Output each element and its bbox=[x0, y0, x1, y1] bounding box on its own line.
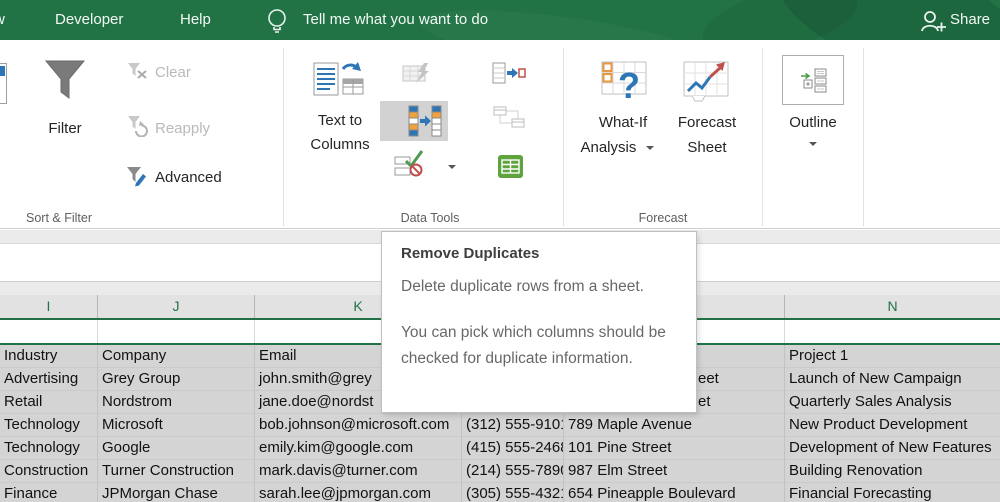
flash-fill-icon[interactable] bbox=[402, 62, 432, 90]
sort-partial-icon[interactable] bbox=[0, 63, 7, 104]
what-if-analysis-icon: ? bbox=[601, 60, 647, 111]
cell[interactable] bbox=[785, 320, 1000, 343]
column-header-n[interactable]: N bbox=[785, 295, 1000, 318]
cell[interactable]: Building Renovation bbox=[785, 460, 1000, 483]
what-if-label: Analysis bbox=[580, 139, 637, 156]
clear-button[interactable]: Clear bbox=[155, 64, 191, 82]
tooltip-line2: You can pick which columns should be che… bbox=[401, 324, 666, 367]
lightbulb-icon bbox=[265, 7, 289, 35]
what-if-analysis-button-line2[interactable]: Analysis bbox=[577, 139, 657, 157]
cell[interactable]: Technology bbox=[0, 437, 98, 460]
cell[interactable]: 789 Maple Avenue bbox=[564, 414, 785, 437]
cell[interactable]: (312) 555-9101 bbox=[462, 414, 564, 437]
consolidate-icon[interactable] bbox=[492, 62, 526, 90]
outline-caret[interactable] bbox=[809, 142, 817, 146]
cell[interactable]: (415) 555-2468 bbox=[462, 437, 564, 460]
what-if-analysis-button[interactable]: What-If bbox=[585, 114, 661, 132]
relationships-icon[interactable] bbox=[493, 106, 525, 133]
tab-developer[interactable]: Developer bbox=[55, 0, 123, 40]
cell[interactable]: Nordstrom bbox=[98, 391, 255, 414]
cell[interactable]: emily.kim@google.com bbox=[255, 437, 462, 460]
text-to-columns-button-line2[interactable]: Columns bbox=[300, 136, 380, 154]
tab-help[interactable]: Help bbox=[180, 0, 211, 40]
what-if-caret bbox=[645, 146, 654, 151]
forecast-sheet-icon bbox=[683, 60, 729, 111]
funnel-icon[interactable] bbox=[44, 58, 86, 109]
table-row: Technology Google emily.kim@google.com (… bbox=[0, 437, 1000, 460]
cell[interactable]: Company bbox=[98, 345, 255, 368]
clear-filter-icon[interactable] bbox=[127, 62, 149, 85]
table-row: Technology Microsoft bob.johnson@microso… bbox=[0, 414, 1000, 437]
forecast-sheet-button[interactable]: Forecast bbox=[671, 114, 743, 132]
reapply-filter-icon[interactable] bbox=[127, 115, 149, 142]
table-row: Finance JPMorgan Chase sarah.lee@jpmorga… bbox=[0, 483, 1000, 502]
column-header-i[interactable]: I bbox=[0, 295, 98, 318]
tab-view-fragment[interactable]: w bbox=[0, 0, 5, 40]
tooltip-title: Remove Duplicates bbox=[401, 245, 540, 262]
filter-button[interactable]: Filter bbox=[30, 120, 100, 138]
cell[interactable]: 101 Pine Street bbox=[564, 437, 785, 460]
cell[interactable]: Finance bbox=[0, 483, 98, 502]
ribbon: Filter Clear Reapply Advanced Sort & Fil… bbox=[0, 40, 1000, 229]
data-validation-icon[interactable] bbox=[394, 148, 424, 182]
text-to-columns-icon bbox=[313, 56, 365, 107]
manage-data-model-icon[interactable] bbox=[497, 152, 524, 186]
column-header-j[interactable]: J bbox=[98, 295, 255, 318]
cell[interactable]: New Product Development bbox=[785, 414, 1000, 437]
text-to-columns-button[interactable]: Text to bbox=[304, 112, 376, 130]
svg-text:?: ? bbox=[618, 65, 640, 106]
share-button[interactable]: Share bbox=[950, 0, 990, 40]
advanced-filter-icon[interactable] bbox=[126, 166, 148, 193]
group-label-sort-filter: Sort & Filter bbox=[26, 211, 92, 225]
group-label-forecast: Forecast bbox=[638, 211, 688, 225]
cell[interactable] bbox=[98, 320, 255, 343]
cell[interactable]: 987 Elm Street bbox=[564, 460, 785, 483]
cell[interactable]: Construction bbox=[0, 460, 98, 483]
cell[interactable]: Retail bbox=[0, 391, 98, 414]
share-person-plus-icon bbox=[920, 9, 948, 33]
group-divider bbox=[283, 48, 284, 226]
forecast-sheet-button-line2[interactable]: Sheet bbox=[671, 139, 743, 157]
cell[interactable]: bob.johnson@microsoft.com bbox=[255, 414, 462, 437]
cell[interactable]: JPMorgan Chase bbox=[98, 483, 255, 502]
cell[interactable]: Project 1 bbox=[785, 345, 1000, 368]
excel-window: w Developer Help Tell me what you want t… bbox=[0, 0, 1000, 502]
title-bar: w Developer Help Tell me what you want t… bbox=[0, 0, 1000, 40]
outline-button-frame[interactable] bbox=[782, 55, 844, 105]
data-validation-caret[interactable] bbox=[448, 165, 456, 169]
cell[interactable]: Turner Construction bbox=[98, 460, 255, 483]
advanced-button[interactable]: Advanced bbox=[155, 169, 222, 187]
cell[interactable]: Advertising bbox=[0, 368, 98, 391]
tell-me-box[interactable]: Tell me what you want to do bbox=[303, 0, 488, 40]
cell[interactable]: Technology bbox=[0, 414, 98, 437]
table-row: Construction Turner Construction mark.da… bbox=[0, 460, 1000, 483]
tooltip-line1: Delete duplicate rows from a sheet. bbox=[401, 278, 644, 295]
cell[interactable]: (214) 555-7890 bbox=[462, 460, 564, 483]
cell[interactable]: Launch of New Campaign bbox=[785, 368, 1000, 391]
cell[interactable]: Microsoft bbox=[98, 414, 255, 437]
cell[interactable] bbox=[0, 320, 98, 343]
cell[interactable]: Financial Forecasting bbox=[785, 483, 1000, 502]
group-divider bbox=[863, 48, 864, 226]
remove-duplicates-icon[interactable] bbox=[408, 105, 442, 142]
cell[interactable]: Google bbox=[98, 437, 255, 460]
cell[interactable]: Quarterly Sales Analysis bbox=[785, 391, 1000, 414]
group-divider bbox=[762, 48, 763, 226]
reapply-button[interactable]: Reapply bbox=[155, 120, 210, 138]
cell[interactable]: Industry bbox=[0, 345, 98, 368]
cell[interactable]: sarah.lee@jpmorgan.com bbox=[255, 483, 462, 502]
outline-button[interactable]: Outline bbox=[777, 114, 849, 132]
remove-duplicates-tooltip: Remove Duplicates Delete duplicate rows … bbox=[381, 231, 697, 413]
group-label-data-tools: Data Tools bbox=[400, 211, 460, 225]
cell[interactable]: Development of New Features bbox=[785, 437, 1000, 460]
cell[interactable]: Grey Group bbox=[98, 368, 255, 391]
outline-group-icon bbox=[800, 67, 827, 99]
group-divider bbox=[563, 48, 564, 226]
cell[interactable]: mark.davis@turner.com bbox=[255, 460, 462, 483]
cell[interactable]: (305) 555-4321 bbox=[462, 483, 564, 502]
cell[interactable]: 654 Pineapple Boulevard bbox=[564, 483, 785, 502]
